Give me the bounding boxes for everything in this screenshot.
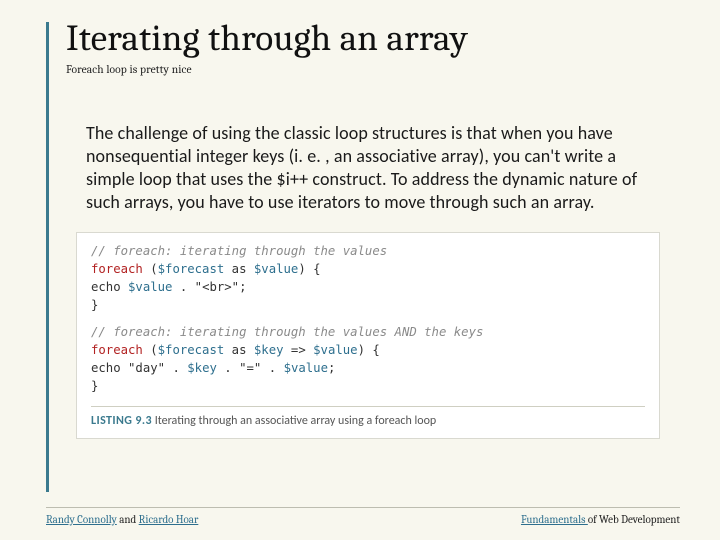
code-spacer (91, 314, 645, 324)
code-line: foreach ($forecast as $key => $value) { (91, 342, 645, 360)
code-line: echo "day" . $key . "=" . $value; (91, 360, 645, 378)
listing-divider (91, 406, 645, 407)
slide-title: Iterating through an array (66, 18, 680, 60)
footer-book: Fundamentals of Web Development (521, 513, 680, 526)
book-link: Fundamentals (521, 513, 588, 526)
code-listing: // foreach: iterating through the values… (76, 232, 660, 439)
book-rest: of Web Development (588, 513, 680, 526)
code-line: } (91, 378, 645, 396)
code-line: echo $value . "<br>"; (91, 279, 645, 297)
listing-caption: LISTING 9.3 Iterating through an associa… (91, 413, 645, 430)
body-paragraph: The challenge of using the classic loop … (86, 122, 650, 214)
listing-text: Iterating through an associative array u… (152, 414, 436, 428)
footer: Randy Connolly and Ricardo Hoar Fundamen… (46, 507, 680, 526)
code-line: } (91, 297, 645, 315)
accent-bar (46, 22, 49, 492)
slide-container: Iterating through an array Foreach loop … (0, 0, 720, 540)
footer-divider (46, 507, 680, 508)
footer-row: Randy Connolly and Ricardo Hoar Fundamen… (46, 513, 680, 526)
code-comment: // foreach: iterating through the values (91, 243, 645, 261)
author-link: Ricardo Hoar (139, 513, 199, 526)
listing-tag: LISTING 9.3 (91, 414, 152, 428)
footer-and: and (117, 513, 139, 526)
code-line: foreach ($forecast as $value) { (91, 261, 645, 279)
footer-authors: Randy Connolly and Ricardo Hoar (46, 513, 198, 526)
slide-subtitle: Foreach loop is pretty nice (66, 63, 680, 76)
code-comment: // foreach: iterating through the values… (91, 324, 645, 342)
author-link: Randy Connolly (46, 513, 117, 526)
